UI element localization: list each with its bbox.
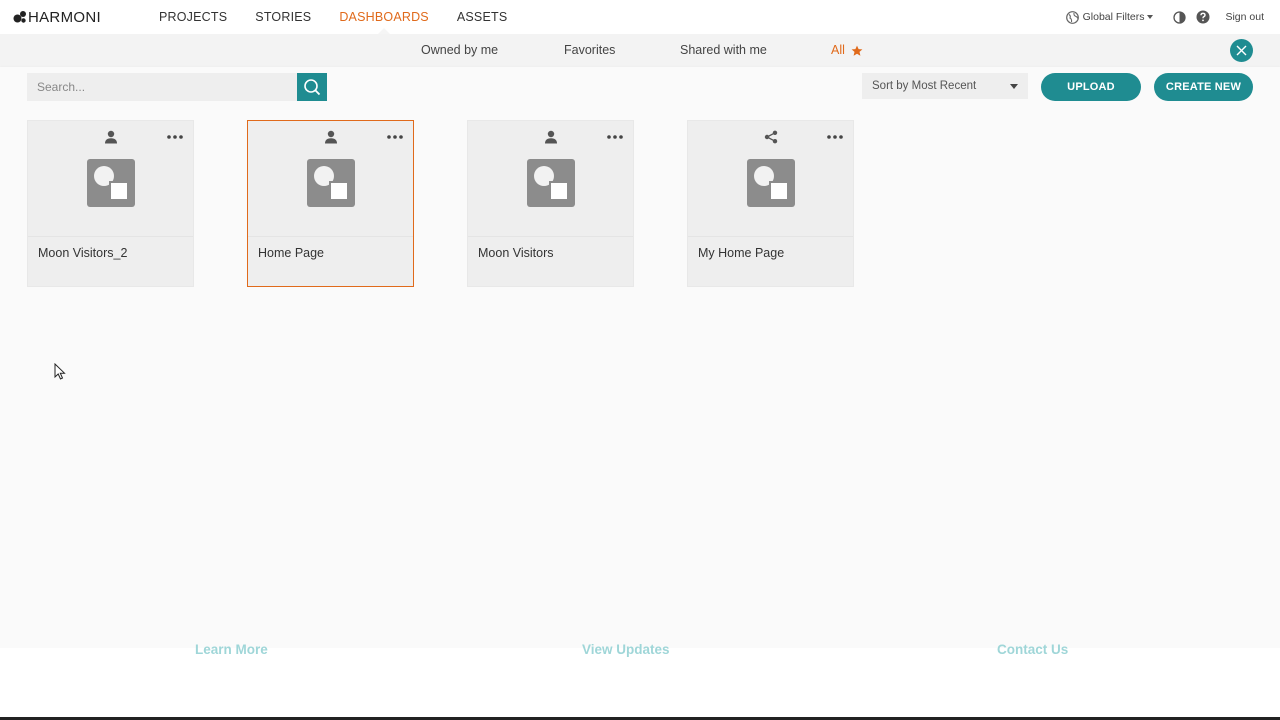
filter-all-label: All [831,43,845,57]
nav-projects[interactable]: PROJECTS [159,0,227,34]
view-updates-link[interactable]: View Updates [582,642,670,657]
sign-out-link[interactable]: Sign out [1225,11,1264,23]
learn-more-link[interactable]: Learn More [195,642,268,657]
filter-shared-with-me[interactable]: Shared with me [680,34,767,67]
main-nav: PROJECTS STORIES DASHBOARDS ASSETS [159,0,535,34]
dashboard-thumbnail-icon [527,159,575,207]
card-preview [688,121,853,237]
card-title: Moon Visitors [478,246,554,260]
filter-owned-by-me[interactable]: Owned by me [421,34,498,67]
mouse-pointer-icon [54,363,66,380]
close-icon [1236,45,1247,56]
search-button[interactable] [297,73,327,101]
create-new-button[interactable]: CREATE NEW [1154,73,1253,101]
theme-toggle-icon[interactable] [1172,10,1186,24]
card-preview [468,121,633,237]
dashboard-card[interactable]: Moon Visitors [467,120,634,287]
harmoni-logo-icon [13,11,26,23]
dashboard-card[interactable]: My Home Page [687,120,854,287]
header-tools: Global Filters Sign out [1065,0,1264,34]
footer: Learn More View Updates Contact Us [0,642,1280,720]
contact-us-link[interactable]: Contact Us [997,642,1068,657]
search-input[interactable] [27,73,297,101]
dashboard-card[interactable]: Home Page [247,120,414,287]
nav-dashboards[interactable]: DASHBOARDS [339,0,429,34]
card-preview [248,121,413,237]
dashboard-thumbnail-icon [87,159,135,207]
dropdown-arrow-icon [1010,84,1018,89]
sort-selected-value: Sort by Most Recent [872,80,977,92]
search-icon [304,79,321,96]
share-icon [764,130,778,144]
global-filters-dropdown[interactable]: Global Filters [1065,10,1154,24]
card-preview [28,121,193,237]
user-icon [545,130,557,144]
dashboard-thumbnail-icon [747,159,795,207]
more-options-icon[interactable] [827,130,843,144]
more-options-icon[interactable] [387,130,403,144]
dashboard-thumbnail-icon [307,159,355,207]
globe-icon [1065,10,1079,24]
brand-name: HARMONI [28,8,101,26]
dashboard-card[interactable]: Moon Visitors_2 [27,120,194,287]
global-filters-label: Global Filters [1082,11,1145,23]
card-title: Home Page [258,246,325,260]
more-options-icon[interactable] [167,130,183,144]
star-icon [851,45,863,56]
card-title: Moon Visitors_2 [38,246,128,260]
nav-assets[interactable]: ASSETS [457,0,508,34]
close-button[interactable] [1230,39,1253,62]
nav-stories[interactable]: STORIES [255,0,311,34]
sort-dropdown[interactable]: Sort by Most Recent [862,73,1028,99]
help-icon[interactable] [1196,10,1210,24]
filter-all[interactable]: All [831,34,863,67]
dashboards-panel: Sort by Most Recent UPLOAD CREATE NEW Mo… [0,67,1280,648]
user-icon [325,130,337,144]
card-title: My Home Page [698,246,785,260]
brand-logo[interactable]: HARMONI [13,8,101,26]
more-options-icon[interactable] [607,130,623,144]
upload-button[interactable]: UPLOAD [1041,73,1141,101]
chevron-down-icon [1147,15,1154,19]
user-icon [105,130,117,144]
top-nav-bar: HARMONI PROJECTS STORIES DASHBOARDS ASSE… [0,0,1280,34]
filter-bar: Owned by me Favorites Shared with me All [0,34,1280,67]
filter-favorites[interactable]: Favorites [564,34,615,67]
